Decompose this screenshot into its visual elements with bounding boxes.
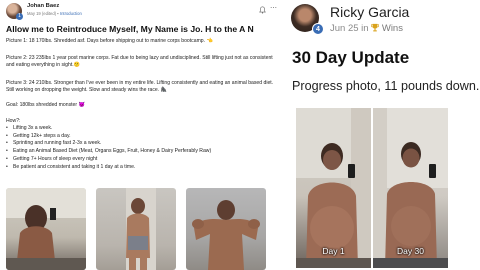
bell-icon[interactable] — [259, 6, 266, 14]
meta-separator: in — [361, 23, 369, 34]
list-item: Getting 12k+ steps a day. — [6, 133, 274, 141]
list-item: Sprinting and running fast 2-3x a week. — [6, 140, 274, 148]
post-meta: Jun 25 in Wins — [330, 23, 403, 34]
post-paragraph: Picture 2: 23 235lbs 1 year post marine … — [6, 55, 273, 69]
trophy-icon — [371, 23, 380, 32]
post-image-gallery — [6, 188, 274, 270]
author-name[interactable]: Ricky Garcia — [330, 4, 409, 20]
list-item: Lifting 3x a week. — [6, 125, 274, 133]
post-paragraph: Picture 3: 24 210lbs. Stronger than I've… — [6, 80, 274, 94]
post-title[interactable]: 30 Day Update — [292, 48, 409, 68]
post-image-3[interactable] — [186, 188, 266, 270]
photo-label: Day 30 — [397, 246, 424, 256]
list-item: Eating an Animal Based Diet (Meat, Organ… — [6, 148, 274, 156]
post-body: Progress photo, 11 pounds down. — [292, 79, 480, 93]
level-badge: 4 — [312, 23, 324, 35]
post-date: May 19 (edited) — [27, 11, 57, 16]
list-item: Be patient and consistent and taking it … — [6, 164, 274, 172]
how-list: Lifting 3x a week. Getting 12k+ steps a … — [6, 125, 274, 171]
right-post-card: 4 Ricky Garcia Jun 25 in Wins 30 Day Upd… — [285, 0, 480, 270]
post-image-2[interactable] — [96, 188, 176, 270]
list-item: Getting 7+ Hours of sleep every night — [6, 156, 274, 164]
post-category[interactable]: Introduction — [60, 11, 82, 16]
left-post-header: 1 Johan Baez May 19 (edited) ▪ Introduct… — [6, 3, 277, 21]
post-meta: May 19 (edited) ▪ Introduction — [27, 11, 82, 16]
level-badge: 1 — [16, 13, 23, 20]
post-title[interactable]: Allow me to Reintroduce Myself, My Name … — [6, 24, 276, 34]
post-date: Jun 25 — [330, 23, 359, 34]
progress-photo-day-1[interactable]: Day 1 — [296, 108, 371, 268]
progress-photo-day-30[interactable]: Day 30 — [373, 108, 448, 268]
post-category[interactable]: Wins — [382, 23, 403, 34]
more-options-icon[interactable]: ⋯ — [270, 4, 277, 12]
post-image-1[interactable] — [6, 188, 86, 270]
author-name[interactable]: Johan Baez — [27, 3, 59, 9]
photo-label: Day 1 — [322, 246, 345, 256]
post-paragraph: Picture 1: 18 170lbs. Shredded asf. Days… — [6, 38, 213, 44]
left-post-card: 1 Johan Baez May 19 (edited) ▪ Introduct… — [0, 0, 278, 270]
post-paragraph: Goal: 180lbs shredded monster 😈 — [6, 102, 85, 108]
